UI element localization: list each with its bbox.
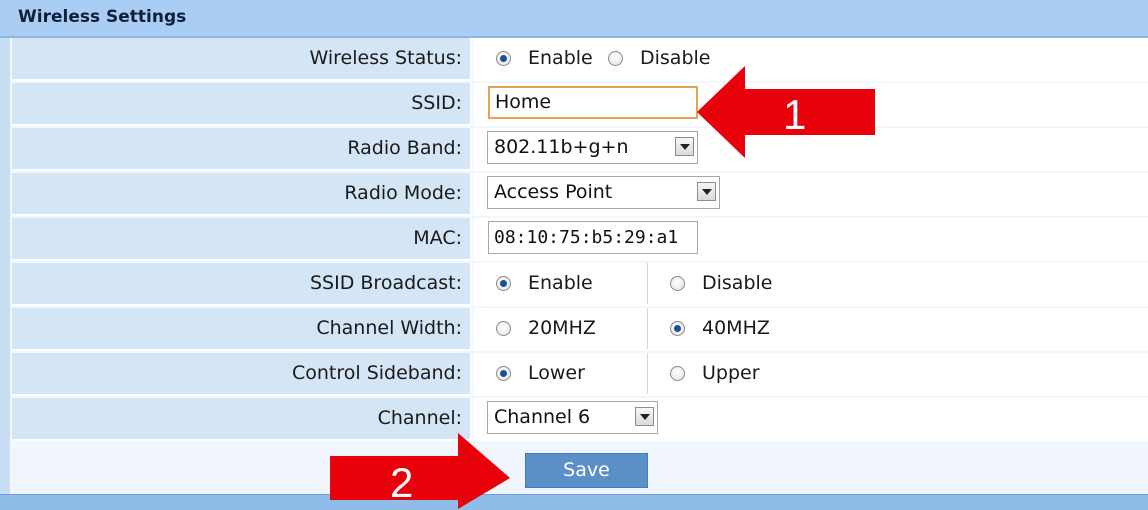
column-divider: [647, 353, 648, 394]
channel-selected: Channel 6: [494, 406, 591, 428]
radio-band-label: Radio Band:: [12, 128, 472, 169]
mac-label: MAC:: [12, 218, 472, 259]
wireless-status-disable-radio[interactable]: [608, 51, 623, 66]
annotation-number-1: 1: [783, 91, 807, 138]
channel-width-label: Channel Width:: [12, 308, 472, 349]
mac-input[interactable]: 08:10:75:b5:29:a1: [488, 221, 698, 254]
ssid-broadcast-label: SSID Broadcast:: [12, 263, 472, 304]
chevron-down-icon[interactable]: [675, 137, 694, 156]
channel-width-40mhz-label: 40MHZ: [702, 317, 770, 339]
control-sideband-lower-label: Lower: [528, 362, 585, 384]
wireless-status-label: Wireless Status:: [12, 38, 472, 79]
bottom-strip: [0, 494, 1148, 510]
ssid-broadcast-value: Enable Disable: [473, 263, 1148, 304]
chevron-down-icon[interactable]: [635, 407, 654, 426]
channel-width-20mhz-label: 20MHZ: [528, 317, 596, 339]
wireless-status-enable-label: Enable: [528, 47, 593, 69]
save-row: Save: [12, 449, 1148, 494]
channel-value: Channel 6: [473, 398, 1148, 439]
row-radio-mode: Radio Mode: Access Point: [12, 173, 1148, 216]
annotation-arrow-2-icon: [330, 433, 510, 509]
channel-select[interactable]: Channel 6: [487, 401, 658, 434]
ssid-broadcast-disable-radio[interactable]: [670, 276, 685, 291]
column-divider: [647, 308, 648, 349]
control-sideband-lower-radio[interactable]: [496, 366, 511, 381]
channel-width-20mhz-radio[interactable]: [496, 321, 511, 336]
save-button[interactable]: Save: [525, 453, 648, 488]
wireless-status-enable-radio[interactable]: [496, 51, 511, 66]
control-sideband-upper-label: Upper: [702, 362, 760, 384]
left-edge: [0, 38, 10, 509]
annotation-number-2: 2: [390, 459, 414, 506]
mac-value: 08:10:75:b5:29:a1: [473, 218, 1148, 259]
radio-mode-selected: Access Point: [494, 181, 613, 203]
radio-mode-select[interactable]: Access Point: [487, 176, 720, 209]
wireless-settings-panel: Wireless Settings Wireless Status: Enabl…: [0, 0, 1148, 510]
row-ssid-broadcast: SSID Broadcast: Enable Disable: [12, 263, 1148, 306]
column-divider: [647, 263, 648, 304]
row-radio-band: Radio Band: 802.11b+g+n: [12, 128, 1148, 171]
radio-band-selected: 802.11b+g+n: [494, 136, 629, 158]
channel-width-value: 20MHZ 40MHZ: [473, 308, 1148, 349]
ssid-broadcast-enable-label: Enable: [528, 272, 593, 294]
control-sideband-label: Control Sideband:: [12, 353, 472, 394]
channel-width-40mhz-radio[interactable]: [670, 321, 685, 336]
chevron-down-icon[interactable]: [697, 182, 716, 201]
row-wireless-status: Wireless Status: Enable Disable: [12, 38, 1148, 81]
control-sideband-upper-radio[interactable]: [670, 366, 685, 381]
row-mac: MAC: 08:10:75:b5:29:a1: [12, 218, 1148, 261]
row-channel: Channel: Channel 6: [12, 398, 1148, 441]
row-channel-width: Channel Width: 20MHZ 40MHZ: [12, 308, 1148, 351]
ssid-broadcast-disable-label: Disable: [702, 272, 773, 294]
panel-title-bar: Wireless Settings: [0, 0, 1148, 38]
ssid-broadcast-enable-radio[interactable]: [496, 276, 511, 291]
radio-band-select[interactable]: 802.11b+g+n: [487, 131, 698, 164]
radio-mode-label: Radio Mode:: [12, 173, 472, 214]
control-sideband-value: Lower Upper: [473, 353, 1148, 394]
panel-title: Wireless Settings: [18, 7, 187, 27]
radio-mode-value: Access Point: [473, 173, 1148, 214]
ssid-input[interactable]: Home: [488, 86, 698, 119]
row-control-sideband: Control Sideband: Lower Upper: [12, 353, 1148, 396]
ssid-label: SSID:: [12, 83, 472, 124]
row-ssid: SSID: Home: [12, 83, 1148, 126]
